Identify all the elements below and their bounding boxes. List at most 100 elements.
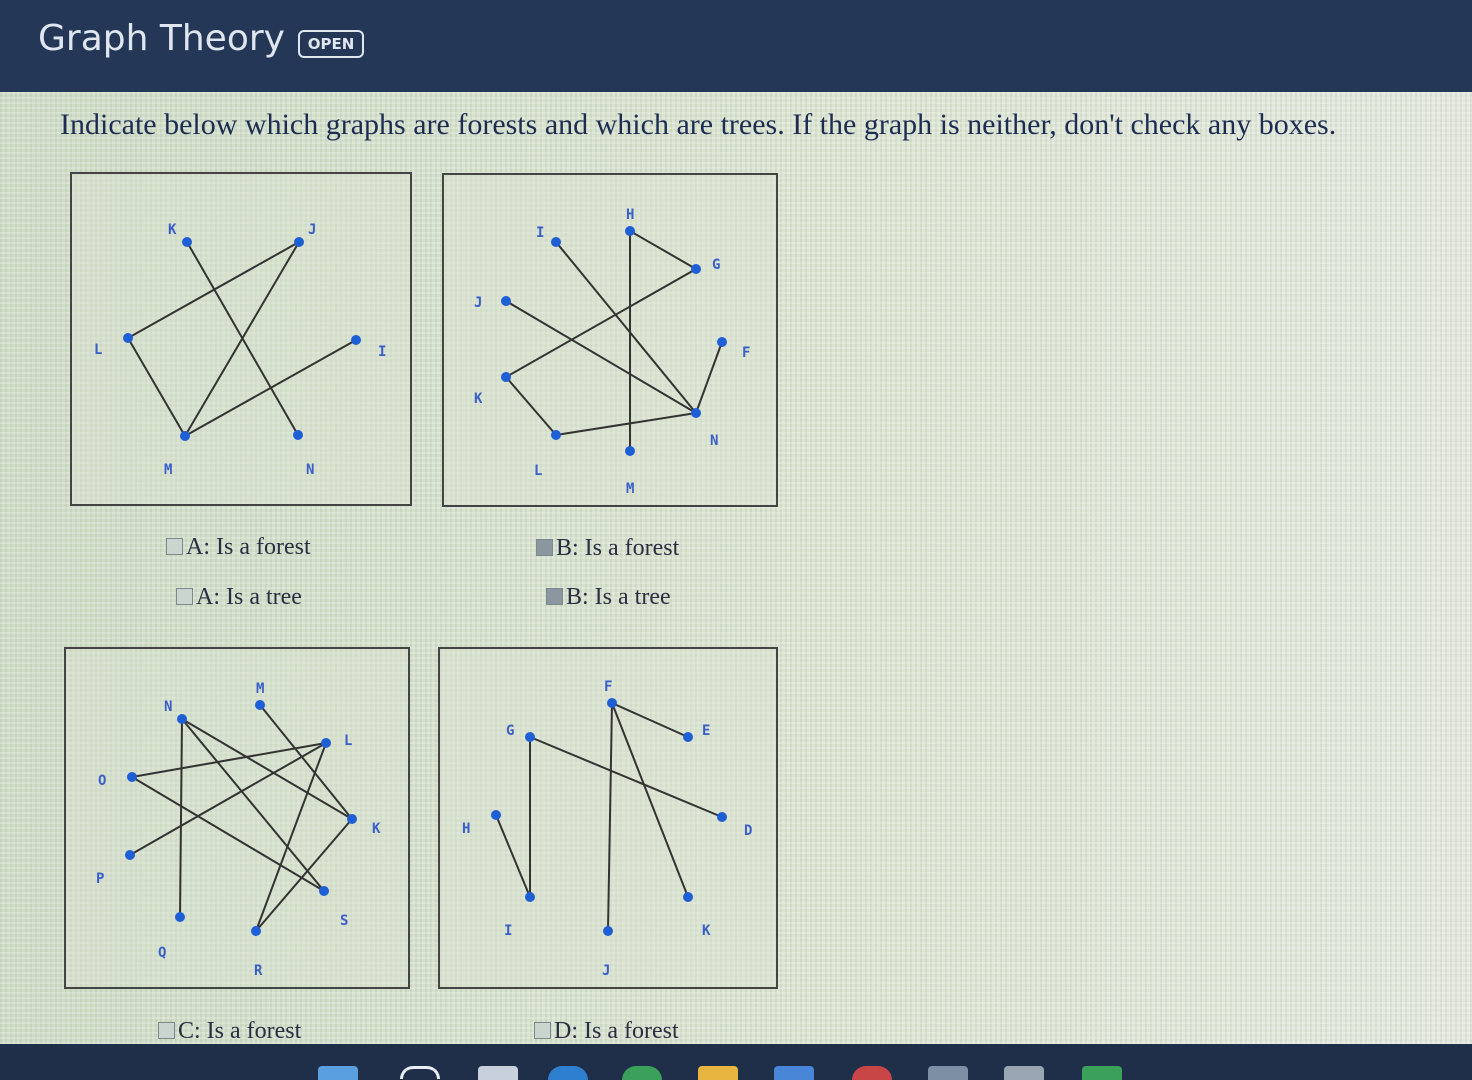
checkbox-a-tree[interactable] xyxy=(176,588,193,605)
checkbox-a-forest[interactable] xyxy=(166,538,183,555)
vertex xyxy=(319,886,329,896)
vertex-label: J xyxy=(602,963,610,979)
vertex xyxy=(625,446,635,456)
vertex-label: F xyxy=(742,345,750,361)
vertex-label: I xyxy=(378,344,386,360)
option-d-forest[interactable]: D: Is a forest xyxy=(534,1018,679,1045)
vertex xyxy=(625,226,635,236)
vertex-label: O xyxy=(98,773,106,789)
vertex xyxy=(321,738,331,748)
edge xyxy=(555,412,697,436)
graph-d: F G E H D I K J xyxy=(438,647,778,989)
edge xyxy=(184,339,357,437)
edge xyxy=(555,241,697,414)
app-header: Graph Theory OPEN xyxy=(0,0,1472,92)
edge xyxy=(505,376,557,436)
vertex-label: N xyxy=(710,433,718,449)
graph-d-drawing: F G E H D I K J xyxy=(462,679,752,979)
option-a-tree[interactable]: A: Is a tree xyxy=(176,584,302,611)
edge xyxy=(255,818,353,932)
vertex xyxy=(683,732,693,742)
question-prompt: Indicate below which graphs are forests … xyxy=(60,108,1337,141)
vertex xyxy=(491,810,501,820)
vertex xyxy=(501,296,511,306)
vertex-label: M xyxy=(164,462,172,478)
vertex xyxy=(351,335,361,345)
open-badge: OPEN xyxy=(298,30,364,58)
vertex-label: S xyxy=(340,913,348,929)
option-label: A: Is a tree xyxy=(196,584,302,610)
vertex xyxy=(525,732,535,742)
file-explorer-icon[interactable] xyxy=(698,1066,738,1080)
vertex xyxy=(525,892,535,902)
chrome-icon[interactable] xyxy=(622,1066,662,1080)
edge xyxy=(607,702,613,932)
graph-c: M N L O K P S Q R xyxy=(64,647,410,989)
edge xyxy=(131,776,325,892)
vertex-label: F xyxy=(604,679,612,695)
app-icon[interactable] xyxy=(1004,1066,1044,1080)
option-b-forest[interactable]: B: Is a forest xyxy=(536,535,679,562)
vertex xyxy=(251,926,261,936)
vertex-label: K xyxy=(474,391,483,407)
app-icon[interactable] xyxy=(928,1066,968,1080)
vertex-label: L xyxy=(94,342,102,358)
vertex xyxy=(175,912,185,922)
vertex xyxy=(717,812,727,822)
vertex xyxy=(293,430,303,440)
vertex xyxy=(691,408,701,418)
edge xyxy=(495,814,531,898)
search-icon[interactable] xyxy=(400,1066,440,1079)
vertex-label: N xyxy=(164,699,172,715)
graph-b-drawing: H I G J F K N L M xyxy=(474,207,750,497)
graph-a: K J L I M N xyxy=(70,172,412,506)
vertex-label: H xyxy=(462,821,470,837)
edge xyxy=(505,268,697,378)
edge xyxy=(505,300,697,414)
edge xyxy=(127,337,186,437)
graph-a-drawing: K J L I M N xyxy=(94,222,386,478)
edge xyxy=(695,341,723,414)
vertex-label: H xyxy=(626,207,634,223)
checkbox-c-forest[interactable] xyxy=(158,1022,175,1039)
option-b-tree[interactable]: B: Is a tree xyxy=(546,584,671,611)
option-c-forest[interactable]: C: Is a forest xyxy=(158,1018,301,1045)
vertex xyxy=(501,372,511,382)
edge xyxy=(255,742,327,932)
vertex-label: K xyxy=(702,923,711,939)
vertex xyxy=(294,237,304,247)
vertex-label: R xyxy=(254,963,263,979)
store-icon[interactable] xyxy=(774,1066,814,1080)
app-icon[interactable] xyxy=(852,1066,892,1080)
edge xyxy=(127,241,300,339)
checkbox-b-forest[interactable] xyxy=(536,539,553,556)
edge-browser-icon[interactable] xyxy=(548,1066,588,1080)
option-label: A: Is a forest xyxy=(186,534,311,560)
vertex-label: L xyxy=(344,733,352,749)
vertex-label: N xyxy=(306,462,314,478)
option-label: B: Is a forest xyxy=(556,535,680,561)
option-a-forest[interactable]: A: Is a forest xyxy=(166,534,311,561)
vertex-label: J xyxy=(308,222,316,238)
vertex-label: M xyxy=(256,681,264,697)
checkbox-b-tree[interactable] xyxy=(546,588,563,605)
edge xyxy=(179,718,183,918)
vertex xyxy=(347,814,357,824)
checkbox-d-forest[interactable] xyxy=(534,1022,551,1039)
vertex xyxy=(127,772,137,782)
start-icon[interactable] xyxy=(318,1066,358,1080)
app-icon[interactable] xyxy=(1082,1066,1122,1080)
vertex-label: K xyxy=(372,821,381,837)
vertex-label: D xyxy=(744,823,752,839)
vertex-label: I xyxy=(536,225,544,241)
vertex-label: K xyxy=(168,222,177,238)
vertex-label: E xyxy=(702,723,710,739)
vertex xyxy=(255,700,265,710)
vertex xyxy=(691,264,701,274)
option-label: D: Is a forest xyxy=(554,1018,679,1044)
vertex xyxy=(177,714,187,724)
vertex xyxy=(123,333,133,343)
vertex xyxy=(551,430,561,440)
vertex-label: I xyxy=(504,923,512,939)
task-view-icon[interactable] xyxy=(478,1066,518,1080)
